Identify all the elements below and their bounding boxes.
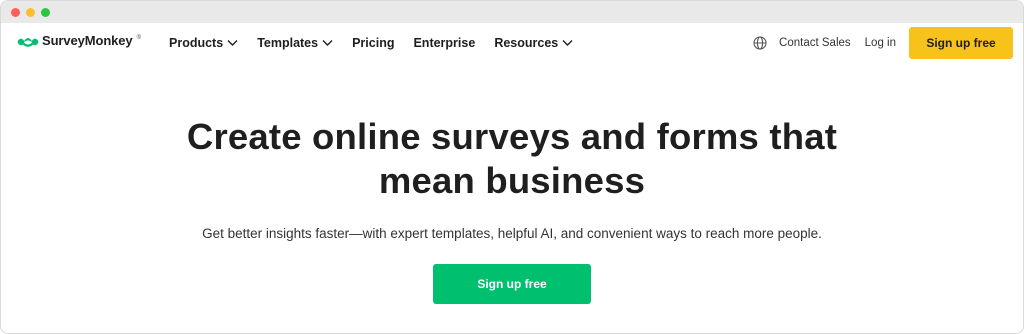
hero-sign-up-button[interactable]: Sign up free (433, 264, 591, 304)
main-nav: Products Templates Pricing Enterprise Re… (169, 23, 573, 63)
contact-sales-link[interactable]: Contact Sales (779, 37, 851, 49)
globe-icon[interactable] (753, 36, 767, 50)
chevron-down-icon (322, 40, 333, 46)
nav-item-label: Pricing (352, 36, 395, 50)
nav-item-label: Templates (257, 36, 319, 50)
nav-item-label: Products (169, 36, 224, 50)
nav-item-templates[interactable]: Templates (257, 36, 333, 50)
nav-item-label: Resources (494, 36, 559, 50)
chevron-down-icon (562, 40, 573, 46)
hero-subtitle: Get better insights faster—with expert t… (202, 226, 822, 241)
nav-item-resources[interactable]: Resources (494, 36, 573, 50)
chevron-down-icon (227, 40, 238, 46)
nav-item-products[interactable]: Products (169, 36, 238, 50)
nav-item-pricing[interactable]: Pricing (352, 36, 394, 50)
surveymonkey-logo[interactable]: SurveyMonkey ® (17, 33, 141, 48)
maximize-window-dot[interactable] (41, 7, 50, 17)
nav-item-label: Enterprise (413, 36, 476, 50)
browser-window: SurveyMonkey ® Products Templates Pricing… (0, 0, 1024, 334)
hero-title: Create online surveys and forms that mea… (186, 116, 838, 201)
minimize-window-dot[interactable] (26, 7, 35, 17)
brand-name: SurveyMonkey (42, 33, 133, 48)
trademark-mark: ® (136, 34, 141, 41)
window-titlebar (1, 1, 1023, 23)
hero-section: Create online surveys and forms that mea… (1, 63, 1023, 304)
surveymonkey-logo-icon (17, 37, 39, 47)
header-sign-up-button[interactable]: Sign up free (909, 27, 1013, 59)
site-header: SurveyMonkey ® Products Templates Pricing… (1, 23, 1023, 63)
nav-item-enterprise[interactable]: Enterprise (413, 36, 475, 50)
log-in-link[interactable]: Log in (865, 37, 896, 49)
header-actions: Contact Sales Log in Sign up free (753, 23, 1013, 63)
close-window-dot[interactable] (11, 7, 20, 17)
